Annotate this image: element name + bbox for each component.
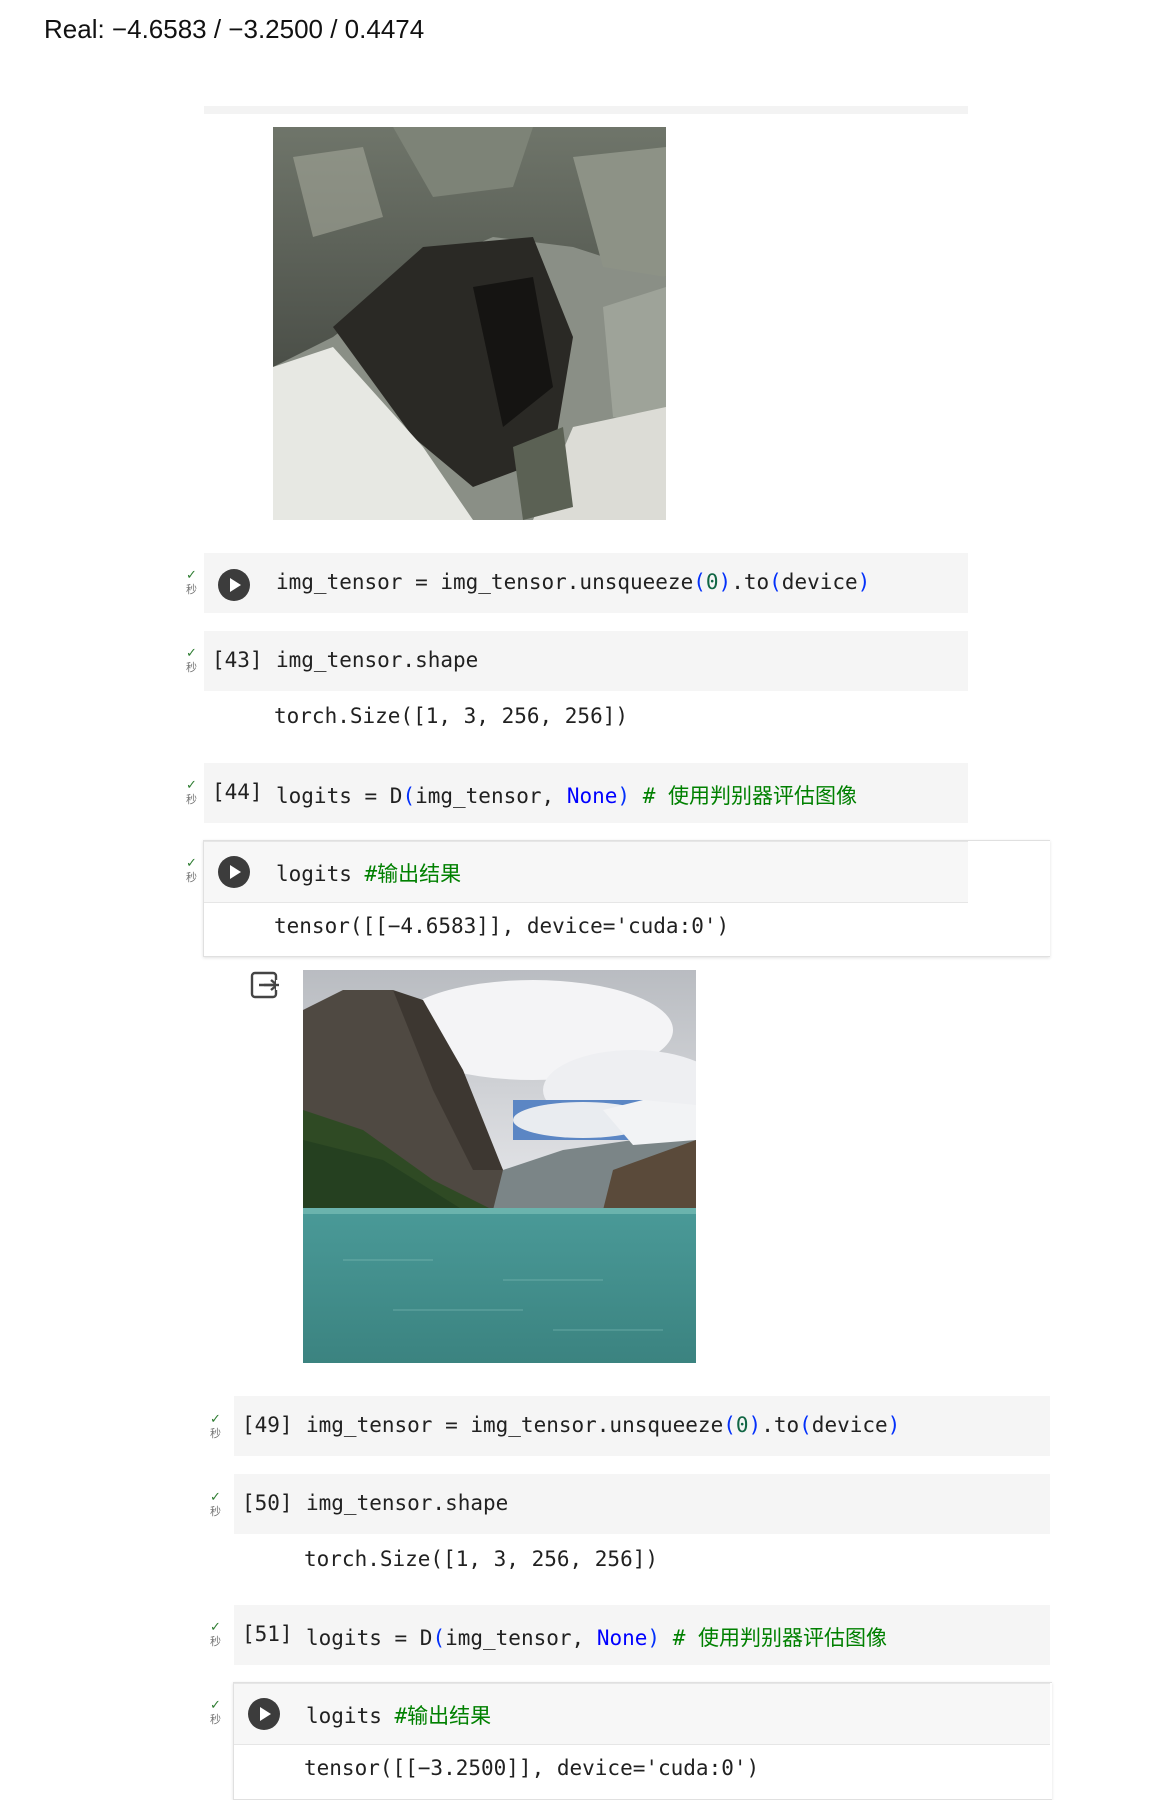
check-icon: ✓ <box>186 567 197 582</box>
cell-status: ✓ 秒 <box>210 1620 221 1648</box>
code-comment: # 使用判别器评估图像 <box>630 784 857 808</box>
execution-count: [44] <box>212 780 263 804</box>
code-line[interactable]: img_tensor.shape <box>306 1491 508 1515</box>
code-token: img_tensor, <box>445 1626 597 1650</box>
code-token: logits <box>306 1704 395 1728</box>
code-token: ) <box>617 784 631 808</box>
code-token: ( <box>402 784 416 808</box>
previous-cell-edge <box>204 106 968 114</box>
header-real-values: Real: −4.6583 / −3.2500 / 0.4474 <box>44 14 425 44</box>
code-token: ) <box>718 570 732 594</box>
code-token: 0 <box>735 1413 749 1437</box>
exec-time-label: 秒 <box>186 584 197 596</box>
check-icon: ✓ <box>186 645 197 660</box>
code-line[interactable]: img_tensor.shape <box>276 648 478 672</box>
code-line[interactable]: logits #输出结果 <box>276 858 461 888</box>
cell-output: tensor([[−4.6583]], device='cuda:0') <box>274 914 730 938</box>
mountain-lake-image <box>303 970 696 1363</box>
check-icon: ✓ <box>210 1697 221 1712</box>
execution-count: [43] <box>212 648 263 672</box>
code-token: ) <box>857 570 871 594</box>
code-token: ( <box>432 1626 446 1650</box>
exec-time-label: 秒 <box>210 1506 221 1518</box>
code-line[interactable]: logits = D(img_tensor, None) # 使用判别器评估图像 <box>276 780 857 810</box>
exec-time-label: 秒 <box>186 662 197 674</box>
check-icon: ✓ <box>210 1489 221 1504</box>
code-line[interactable]: logits #输出结果 <box>306 1700 491 1730</box>
check-icon: ✓ <box>186 855 197 870</box>
code-line[interactable]: img_tensor = img_tensor.unsqueeze(0).to(… <box>306 1413 900 1437</box>
exec-time-label: 秒 <box>186 794 197 806</box>
check-icon: ✓ <box>186 777 197 792</box>
code-token: ) <box>887 1413 901 1437</box>
exec-time-label: 秒 <box>210 1714 221 1726</box>
exec-time-label: 秒 <box>210 1428 221 1440</box>
code-comment: #输出结果 <box>394 1704 492 1728</box>
cell-output: torch.Size([1, 3, 256, 256]) <box>274 704 629 728</box>
code-token: .to <box>731 570 770 594</box>
run-cell-button[interactable] <box>248 1698 280 1730</box>
code-comment: #输出结果 <box>364 862 462 886</box>
code-token: img_tensor = img_tensor.unsqueeze <box>276 570 694 594</box>
code-token: logits = D <box>306 1626 433 1650</box>
cell-status: ✓ 秒 <box>186 568 197 596</box>
code-token: ( <box>769 570 782 594</box>
code-token: ( <box>799 1413 812 1437</box>
code-token: device <box>811 1413 888 1437</box>
code-token: .to <box>761 1413 800 1437</box>
cell-status: ✓ 秒 <box>186 778 197 806</box>
cell-output: tensor([[−3.2500]], device='cuda:0') <box>304 1756 760 1780</box>
code-token: device <box>781 570 858 594</box>
code-comment: # 使用判别器评估图像 <box>660 1626 887 1650</box>
check-icon: ✓ <box>210 1411 221 1426</box>
cell-status: ✓ 秒 <box>210 1490 221 1518</box>
rock-cave-image <box>273 127 666 520</box>
run-cell-button[interactable] <box>218 856 250 888</box>
output-toggle-icon[interactable] <box>250 970 280 1000</box>
cell-status: ✓ 秒 <box>186 646 197 674</box>
cell-status: ✓ 秒 <box>186 856 197 884</box>
code-token: ( <box>693 570 706 594</box>
code-line[interactable]: logits = D(img_tensor, None) # 使用判别器评估图像 <box>306 1622 887 1652</box>
execution-count: [50] <box>242 1491 293 1515</box>
code-token: logits <box>276 862 365 886</box>
execution-count: [49] <box>242 1413 293 1437</box>
code-token: ( <box>723 1413 736 1437</box>
exec-time-label: 秒 <box>210 1636 221 1648</box>
code-token: logits = D <box>276 784 403 808</box>
code-token: img_tensor, <box>415 784 567 808</box>
code-token: None <box>596 1626 648 1650</box>
cell-status: ✓ 秒 <box>210 1412 221 1440</box>
code-token: 0 <box>705 570 719 594</box>
code-token: img_tensor = img_tensor.unsqueeze <box>306 1413 724 1437</box>
run-cell-button[interactable] <box>218 569 250 601</box>
exec-time-label: 秒 <box>186 872 197 884</box>
execution-count: [51] <box>242 1622 293 1646</box>
code-line[interactable]: img_tensor = img_tensor.unsqueeze(0).to(… <box>276 570 870 594</box>
code-token: None <box>566 784 618 808</box>
check-icon: ✓ <box>210 1619 221 1634</box>
code-token: ) <box>647 1626 661 1650</box>
code-token: ) <box>748 1413 762 1437</box>
cell-status: ✓ 秒 <box>210 1698 221 1726</box>
cell-output: torch.Size([1, 3, 256, 256]) <box>304 1547 659 1571</box>
